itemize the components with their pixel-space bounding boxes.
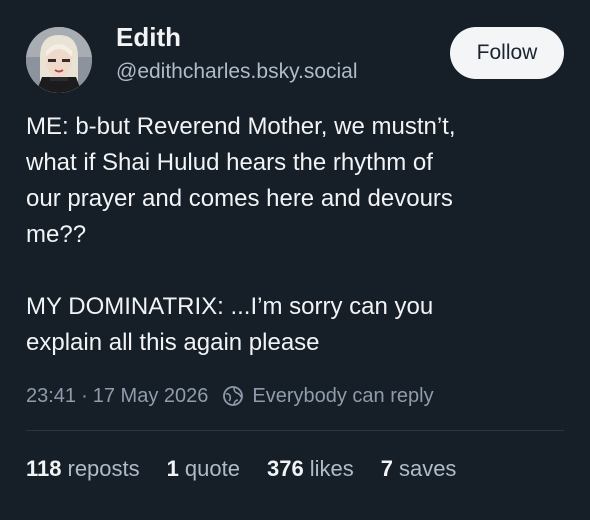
post-paragraph: MY DOMINATRIX: ...I’m sorry can you expl… <box>26 293 434 356</box>
divider <box>26 430 564 431</box>
display-name[interactable]: Edith <box>116 19 181 55</box>
post-paragraph: ME: b-but Reverend Mother, we mustn’t, w… <box>26 113 456 248</box>
user-handle[interactable]: @edithcharles.bsky.social <box>116 57 358 87</box>
post-meta: 23:41 · 17 May 2026 Everybody can reply <box>26 381 434 411</box>
everybody-can-reply-icon <box>222 385 244 407</box>
reposts-number: 118 <box>26 456 62 481</box>
quotes-count[interactable]: 1 quote <box>167 456 240 482</box>
likes-number: 376 <box>266 456 304 481</box>
meta-separator: · <box>81 384 88 407</box>
reposts-label: reposts <box>67 456 140 481</box>
likes-label: likes <box>309 456 354 481</box>
post-date: 17 May 2026 <box>92 384 209 407</box>
post-text: ME: b-but Reverend Mother, we mustn’t, w… <box>26 109 576 361</box>
avatar[interactable] <box>26 27 92 93</box>
reposts-count[interactable]: 118 reposts <box>26 456 140 482</box>
likes-count[interactable]: 376 likes <box>267 456 354 482</box>
quotes-label: quote <box>184 456 240 481</box>
post-time: 23:41 <box>26 384 77 407</box>
engagement-stats: 118 reposts 1 quote 376 likes 7 saves <box>26 452 456 486</box>
saves-count[interactable]: 7 saves <box>381 456 457 482</box>
saves-label: saves <box>398 456 457 481</box>
reply-setting[interactable]: Everybody can reply <box>252 385 433 408</box>
follow-button[interactable]: Follow <box>450 27 564 79</box>
saves-number: 7 <box>380 456 393 481</box>
quotes-number: 1 <box>166 456 179 481</box>
